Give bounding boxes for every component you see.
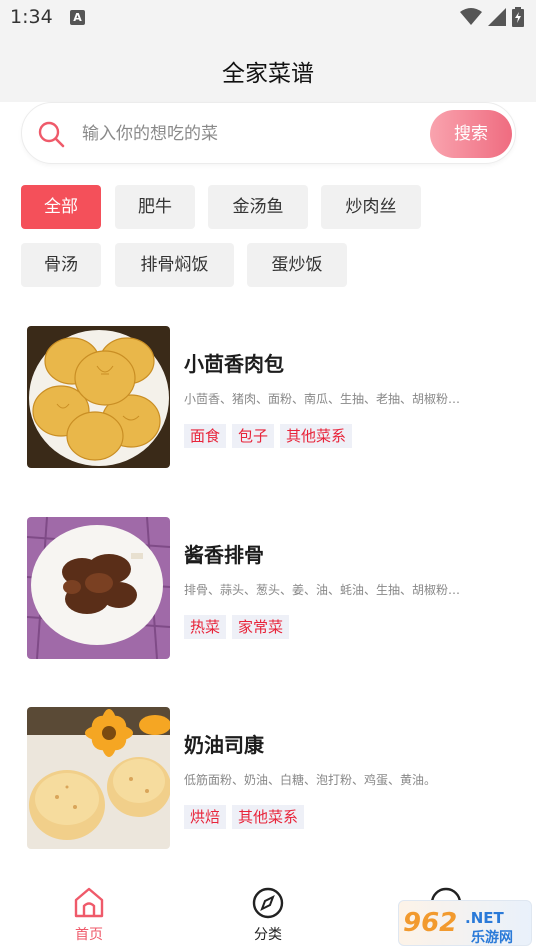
battery-icon [512,7,524,27]
watermark-suffix: .NET [465,909,504,927]
chip-beef[interactable]: 肥牛 [115,185,195,229]
recipe-ingredients: 低筋面粉、奶油、白糖、泡打粉、鸡蛋、黄油。 [184,773,437,787]
signal-icon [488,8,506,26]
site-watermark: 962 .NET 乐游网 [398,900,532,946]
search-input[interactable] [82,117,422,151]
nav-home-label: 首页 [75,927,103,943]
watermark-text: 乐游网 [471,929,513,946]
status-icons [460,7,524,27]
search-icon [38,121,65,148]
recipe-tag: 家常菜 [232,615,290,639]
recipe-tags: 热菜 家常菜 [184,615,290,639]
chip-all[interactable]: 全部 [21,185,101,229]
wifi-icon [460,8,482,25]
chip-bone-soup[interactable]: 骨汤 [21,243,101,287]
recipe-title: 奶油司康 [184,733,264,757]
recipe-tag: 面食 [184,424,227,448]
recipe-tag: 热菜 [184,615,227,639]
recipe-title: 小茴香肉包 [184,352,284,376]
recipe-card[interactable]: 小茴香肉包 小茴香、猪肉、面粉、南瓜、生抽、老抽、胡椒粉… 面食 包子 其他菜系 [27,326,517,468]
chip-shredded-pork[interactable]: 炒肉丝 [321,185,421,229]
status-bar: 1:34 A [0,0,536,36]
recipe-tag: 烘焙 [184,805,227,829]
search-bar: 搜索 [21,102,516,164]
status-time: 1:34 [10,6,53,28]
recipe-tag: 其他菜系 [232,805,305,829]
recipe-ingredients: 小茴香、猪肉、面粉、南瓜、生抽、老抽、胡椒粉… [184,392,461,406]
recipe-tag: 包子 [232,424,275,448]
recipe-image [27,517,170,659]
recipe-tags: 面食 包子 其他菜系 [184,424,353,448]
search-button[interactable]: 搜索 [430,110,512,158]
recipe-ingredients: 排骨、蒜头、葱头、姜、油、蚝油、生抽、胡椒粉… [184,583,461,597]
chip-rib-rice[interactable]: 排骨焖饭 [115,243,234,287]
nav-home[interactable]: 首页 [54,886,124,944]
recipe-tag: 其他菜系 [280,424,353,448]
chip-golden-fish[interactable]: 金汤鱼 [208,185,308,229]
recipe-card[interactable]: 酱香排骨 排骨、蒜头、葱头、姜、油、蚝油、生抽、胡椒粉… 热菜 家常菜 [27,517,517,659]
recipe-tags: 烘焙 其他菜系 [184,805,305,829]
recipe-image [27,707,170,849]
recipe-title: 酱香排骨 [184,543,264,567]
home-icon [74,887,104,918]
watermark-number: 962 [403,908,457,938]
notification-a-icon: A [70,10,85,25]
recipe-card[interactable]: 奶油司康 低筋面粉、奶油、白糖、泡打粉、鸡蛋、黄油。 烘焙 其他菜系 [27,707,517,849]
nav-category-label: 分类 [254,927,282,943]
chip-egg-fried-rice[interactable]: 蛋炒饭 [247,243,347,287]
page-title: 全家菜谱 [222,61,314,87]
app-header: 全家菜谱 [0,36,536,102]
compass-icon [252,887,284,919]
nav-category[interactable]: 分类 [233,886,303,944]
recipe-image [27,326,170,468]
